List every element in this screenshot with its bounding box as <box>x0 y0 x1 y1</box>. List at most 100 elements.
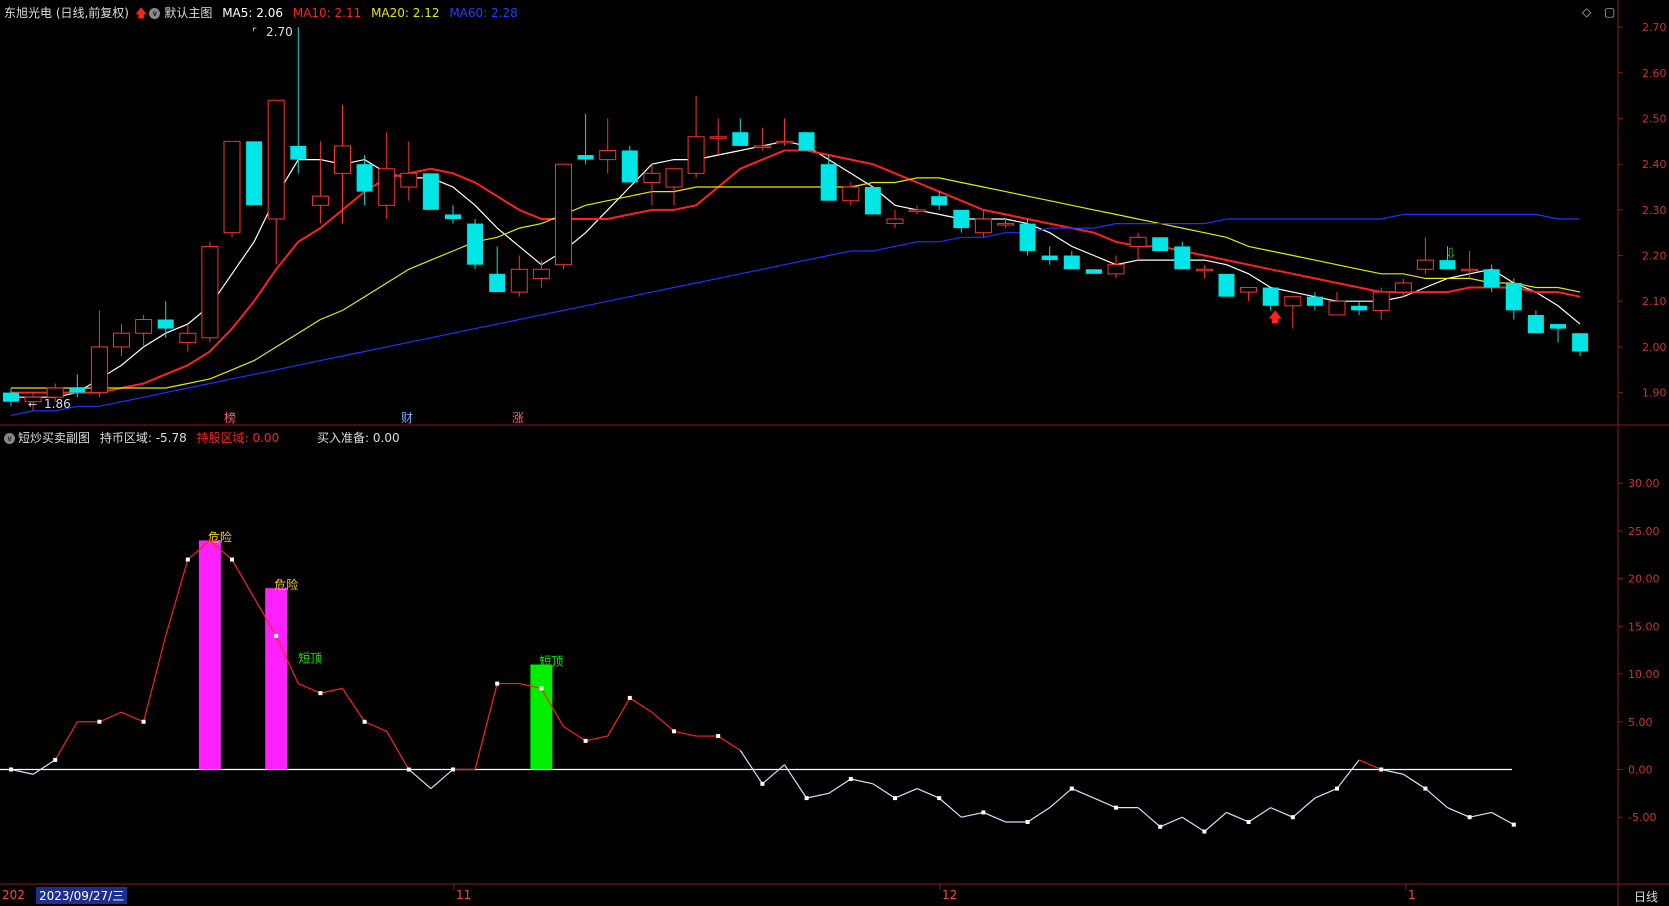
month-label-11: 11 <box>456 888 472 902</box>
marker-bang[interactable]: 榜 <box>224 410 236 425</box>
indicator-segment <box>629 697 653 713</box>
low-price-label: 1.86 <box>44 397 71 411</box>
indicator-point <box>406 767 411 772</box>
indicator-segment <box>364 721 387 732</box>
indicator-segment <box>1071 788 1095 799</box>
sell-arrow-icon: ⇩ <box>1445 246 1457 262</box>
period-button[interactable]: 日线 <box>1634 888 1658 905</box>
indicator-segment <box>983 811 1006 823</box>
candle-body-down <box>732 132 749 146</box>
candle-body-down <box>489 273 506 293</box>
candle-body-down <box>422 173 439 210</box>
indicator-segment <box>386 731 410 770</box>
main-tick-label: 2.50 <box>1642 113 1667 126</box>
main-pane <box>3 27 1589 416</box>
indicator-segment <box>563 726 586 742</box>
indicator-segment <box>474 683 498 770</box>
indicator-point <box>1069 786 1074 791</box>
signal-extra-label: 短顶 <box>298 652 322 666</box>
candle-body-up <box>886 218 904 225</box>
main-tick-label: 1.90 <box>1642 387 1667 400</box>
indicator-segment <box>607 697 631 737</box>
indicator-point <box>1202 829 1207 834</box>
indicator-segment <box>1270 807 1294 818</box>
candle-body-up <box>532 268 550 279</box>
main-tick-label: 2.10 <box>1642 295 1667 308</box>
candle-body-down <box>3 392 19 402</box>
indicator-segment <box>10 768 34 775</box>
indicator-point <box>53 757 58 762</box>
indicator-segment <box>143 635 167 722</box>
bottom-time-bar: 202 2023/09/27/三 11 12 1 <box>0 886 1618 906</box>
candle-body-down <box>798 132 815 151</box>
indicator-point <box>230 557 234 562</box>
candle-body-up <box>46 387 64 398</box>
indicator-segment <box>1137 807 1161 828</box>
candle-body-down <box>1505 282 1522 311</box>
indicator-segment <box>1358 759 1382 771</box>
candle-body-down <box>1041 255 1058 261</box>
candle-body-up <box>179 332 197 343</box>
indicator-segment <box>54 721 78 761</box>
signal-bar-label: 危险 <box>274 577 298 592</box>
candle-body-down <box>290 145 307 160</box>
candle-body-up <box>267 99 285 220</box>
indicator-point <box>760 781 765 786</box>
indicator-segment <box>1248 807 1272 823</box>
indicator-point <box>583 738 588 743</box>
indicator-segment <box>341 688 366 723</box>
indicator-point <box>1467 815 1472 820</box>
indicator-segment <box>1093 797 1117 809</box>
indicator-segment <box>1204 811 1227 832</box>
candle-body-up <box>400 172 418 188</box>
marker-cai[interactable]: 财 <box>401 411 413 425</box>
candle-body-down <box>864 187 881 215</box>
indicator-segment <box>231 559 255 598</box>
candle-body-down <box>246 141 263 206</box>
indicator-segment <box>1469 811 1492 818</box>
indicator-segment <box>1159 816 1183 828</box>
candle-body-down <box>467 223 484 265</box>
indicator-point <box>1511 822 1516 827</box>
indicator-point <box>451 767 455 772</box>
month-label-12: 12 <box>942 888 958 902</box>
candle-body-up <box>378 168 396 206</box>
indicator-point <box>318 691 323 696</box>
main-tick-label: 2.60 <box>1642 67 1667 80</box>
cursor-date: 2023/09/27/三 <box>36 887 128 904</box>
indicator-point <box>627 695 632 700</box>
indicator-point <box>672 729 676 734</box>
indicator-segment <box>850 778 874 785</box>
high-price-label: 2.70 <box>266 25 293 39</box>
candle-body-up <box>90 346 108 394</box>
candle-body-up <box>201 245 219 339</box>
chart-canvas[interactable]: 危险危险短顶短顶 2.702.602.502.402.302.202.102.0… <box>0 0 1669 906</box>
indicator-point <box>1158 824 1163 829</box>
indicator-point <box>185 557 190 562</box>
sub-tick-label: -5.00 <box>1628 811 1656 824</box>
candle-body-up <box>510 268 528 293</box>
marker-zhang[interactable]: 涨 <box>512 410 524 425</box>
indicator-segment <box>806 792 829 799</box>
indicator-segment <box>916 788 940 799</box>
indicator-segment <box>828 778 852 794</box>
indicator-point <box>848 777 853 782</box>
indicator-point <box>716 734 721 739</box>
candle-body-down <box>1063 255 1080 270</box>
indicator-point <box>495 681 500 686</box>
candle-body-down <box>1351 305 1368 311</box>
sub-tick-label: 15.00 <box>1628 620 1660 633</box>
candle-body-up <box>1461 268 1479 272</box>
indicator-point <box>141 719 146 724</box>
high-leader-icon: ⌜ <box>252 26 257 39</box>
candle-body-down <box>931 196 948 206</box>
candle-body-down <box>621 150 638 183</box>
indicator-segment <box>1381 768 1404 775</box>
indicator-point <box>97 719 102 724</box>
candle-body-up <box>974 218 992 234</box>
candle-body-up <box>665 168 683 188</box>
indicator-point <box>362 719 367 724</box>
candle-body-up <box>311 195 329 206</box>
candle-body-up <box>997 223 1014 226</box>
indicator-segment <box>430 769 454 790</box>
